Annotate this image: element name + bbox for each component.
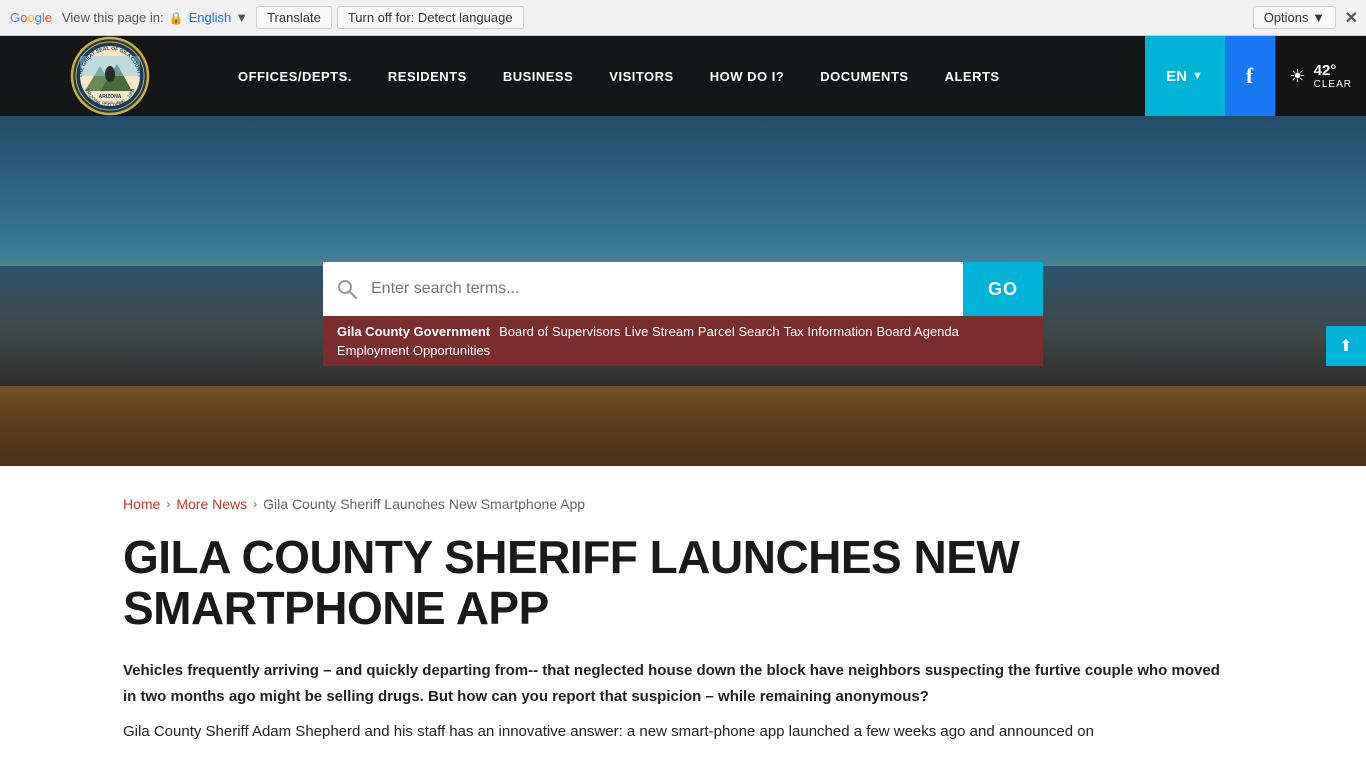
page-title: GILA COUNTY SHERIFF LAUNCHES NEW SMARTPH… [123, 532, 1243, 633]
breadcrumb: Home › More News › Gila County Sheriff L… [123, 496, 1243, 512]
language-arrow: ▼ [1192, 70, 1203, 82]
weather-info: 42° CLEAR [1314, 62, 1352, 90]
nav-documents[interactable]: DOCUMENTS [802, 36, 926, 116]
google-g-blue2: g [35, 10, 42, 25]
search-input[interactable] [371, 262, 963, 316]
site-name: Gila County Government [337, 324, 490, 339]
translate-button[interactable]: Translate [256, 6, 332, 29]
search-section: GO Gila County Government Board of Super… [323, 262, 1043, 366]
language-link[interactable]: English [189, 10, 232, 25]
quick-link-livestream[interactable]: Live Stream [625, 324, 694, 339]
go-button[interactable]: GO [963, 262, 1043, 316]
logo-area: THE GREAT SEAL OF GILA COUNTY ARIZONA · … [0, 36, 220, 121]
share-button[interactable]: ⬆ [1326, 326, 1366, 366]
nav-how-do-i[interactable]: HOW DO I? [692, 36, 803, 116]
quick-link-employment[interactable]: Employment Opportunities [337, 343, 490, 358]
navigation-bar: THE GREAT SEAL OF GILA COUNTY ARIZONA · … [0, 36, 1366, 116]
breadcrumb-sep2: › [253, 497, 257, 511]
google-g-red: o [20, 10, 27, 25]
quick-link-tax[interactable]: Tax Information [784, 324, 873, 339]
nav-business[interactable]: BUSINESS [485, 36, 591, 116]
weather-widget: ☀ 42° CLEAR [1275, 36, 1366, 116]
breadcrumb-current: Gila County Sheriff Launches New Smartph… [263, 496, 585, 512]
weather-desc: CLEAR [1314, 79, 1352, 90]
google-logo: Google [10, 10, 52, 25]
county-seal: THE GREAT SEAL OF GILA COUNTY ARIZONA · … [70, 36, 150, 116]
main-nav: OFFICES/DEPTS. RESIDENTS BUSINESS VISITO… [220, 36, 1145, 116]
facebook-icon: f [1246, 63, 1253, 89]
content-area: Home › More News › Gila County Sheriff L… [83, 466, 1283, 775]
share-icon: ⬆ [1339, 336, 1352, 356]
close-button[interactable]: ✕ [1345, 8, 1358, 28]
facebook-button[interactable]: f [1225, 36, 1275, 116]
weather-icon: ☀ [1290, 66, 1306, 87]
site-header: THE GREAT SEAL OF GILA COUNTY ARIZONA · … [0, 36, 1366, 466]
nav-visitors[interactable]: VISITORS [591, 36, 691, 116]
search-icon [323, 262, 371, 316]
breadcrumb-more-news[interactable]: More News [176, 496, 247, 512]
quick-link-parcel[interactable]: Parcel Search [698, 324, 780, 339]
nav-residents[interactable]: RESIDENTS [370, 36, 485, 116]
google-g-red2: e [45, 10, 52, 25]
nav-right: EN ▼ f ☀ 42° CLEAR [1145, 36, 1366, 116]
lang-dropdown-arrow: ▼ [235, 10, 248, 25]
quick-links: Gila County Government Board of Supervis… [323, 316, 1043, 366]
language-label: EN [1166, 68, 1187, 85]
weather-temp: 42° [1314, 62, 1352, 79]
nav-alerts[interactable]: ALERTS [927, 36, 1018, 116]
nav-offices[interactable]: OFFICES/DEPTS. [220, 36, 370, 116]
article-intro: Vehicles frequently arriving – and quick… [123, 658, 1223, 709]
svg-text:DIT DEUS · 1881: DIT DEUS · 1881 [94, 100, 126, 105]
translate-bar: Google View this page in: 🔒 English ▼ Tr… [0, 0, 1366, 36]
google-g-blue: G [10, 10, 20, 25]
options-button[interactable]: Options ▼ [1253, 6, 1336, 29]
view-text: View this page in: [62, 10, 164, 25]
quick-link-agenda[interactable]: Board Agenda [876, 324, 958, 339]
turnoff-button[interactable]: Turn off for: Detect language [337, 6, 524, 29]
quick-link-board[interactable]: Board of Supervisors [499, 324, 620, 339]
article-body: Gila County Sheriff Adam Shepherd and hi… [123, 719, 1223, 745]
lock-icon: 🔒 [169, 11, 184, 25]
search-bar: GO [323, 262, 1043, 316]
breadcrumb-sep1: › [166, 497, 170, 511]
breadcrumb-home[interactable]: Home [123, 496, 160, 512]
google-g-yellow: o [27, 10, 34, 25]
language-selector[interactable]: EN ▼ [1145, 36, 1225, 116]
